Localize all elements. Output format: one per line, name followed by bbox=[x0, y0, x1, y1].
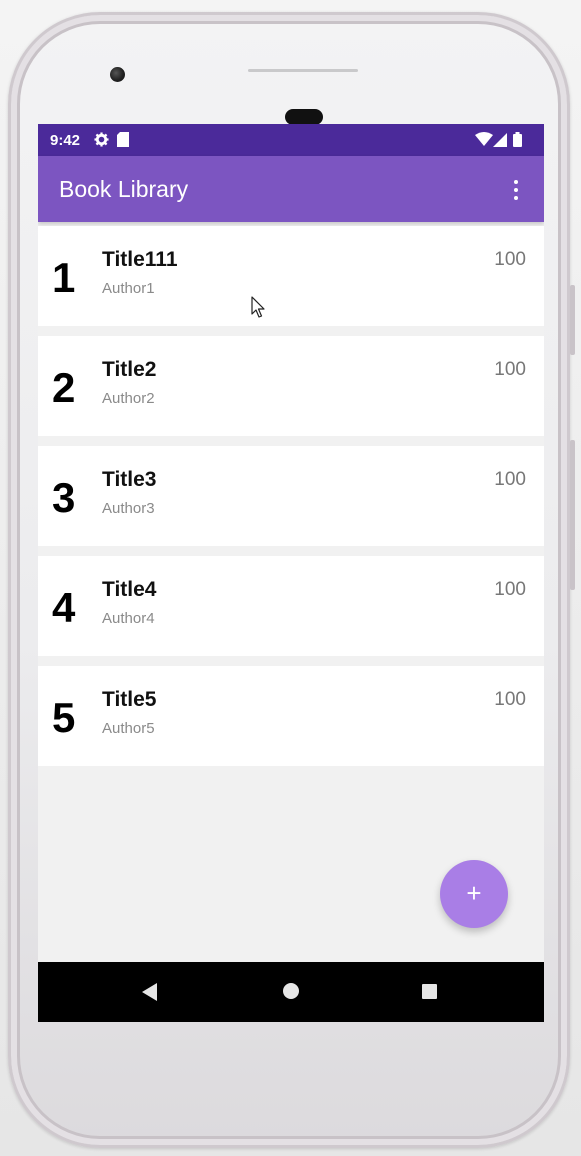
add-book-button[interactable]: + bbox=[440, 860, 508, 928]
book-title: Title2 bbox=[102, 358, 157, 381]
screen: 9:42 Book Library 1 Title111 Author1 100… bbox=[38, 124, 544, 1022]
book-title: Title3 bbox=[102, 468, 157, 491]
book-id: 5 bbox=[52, 694, 76, 741]
book-list: 1 Title111 Author1 100 2 Title2 Author2 … bbox=[38, 226, 544, 776]
book-author: Author2 bbox=[102, 390, 155, 407]
power-button bbox=[570, 285, 575, 355]
signal-icon bbox=[493, 132, 507, 150]
list-item[interactable]: 4 Title4 Author4 100 bbox=[38, 556, 544, 656]
list-item[interactable]: 1 Title111 Author1 100 bbox=[38, 226, 544, 326]
device-frame: 9:42 Book Library 1 Title111 Author1 100… bbox=[0, 0, 581, 1156]
front-camera bbox=[110, 67, 125, 82]
speaker-grille bbox=[248, 69, 358, 72]
gear-icon bbox=[94, 132, 109, 150]
sd-card-icon bbox=[117, 132, 129, 150]
status-time: 9:42 bbox=[50, 132, 81, 149]
book-author: Author4 bbox=[102, 610, 155, 627]
list-item[interactable]: 5 Title5 Author5 100 bbox=[38, 666, 544, 766]
book-pages: 100 bbox=[494, 689, 526, 710]
book-pages: 100 bbox=[494, 359, 526, 380]
book-id: 1 bbox=[52, 254, 76, 301]
book-title: Title5 bbox=[102, 688, 157, 711]
cursor-icon bbox=[251, 296, 267, 325]
book-id: 2 bbox=[52, 364, 76, 411]
home-icon[interactable] bbox=[283, 983, 299, 999]
book-id: 4 bbox=[52, 584, 76, 631]
recents-icon[interactable] bbox=[422, 984, 437, 999]
earpiece bbox=[285, 109, 323, 125]
book-pages: 100 bbox=[494, 249, 526, 270]
wifi-icon bbox=[475, 132, 493, 150]
book-pages: 100 bbox=[494, 469, 526, 490]
battery-icon bbox=[513, 132, 522, 150]
book-title: Title111 bbox=[102, 248, 178, 271]
list-item[interactable]: 2 Title2 Author2 100 bbox=[38, 336, 544, 436]
book-author: Author3 bbox=[102, 500, 155, 517]
volume-button bbox=[570, 440, 575, 590]
book-pages: 100 bbox=[494, 579, 526, 600]
add-icon: + bbox=[466, 878, 482, 908]
status-bar: 9:42 bbox=[38, 124, 544, 156]
book-id: 3 bbox=[52, 474, 76, 521]
book-author: Author5 bbox=[102, 720, 155, 737]
system-nav-bar bbox=[38, 962, 544, 1022]
book-title: Title4 bbox=[102, 578, 157, 601]
list-item[interactable]: 3 Title3 Author3 100 bbox=[38, 446, 544, 546]
app-bar: Book Library bbox=[38, 156, 544, 222]
book-author: Author1 bbox=[102, 280, 155, 297]
app-title: Book Library bbox=[59, 176, 189, 202]
more-vert-icon[interactable] bbox=[506, 178, 526, 202]
back-icon[interactable] bbox=[142, 983, 157, 1001]
